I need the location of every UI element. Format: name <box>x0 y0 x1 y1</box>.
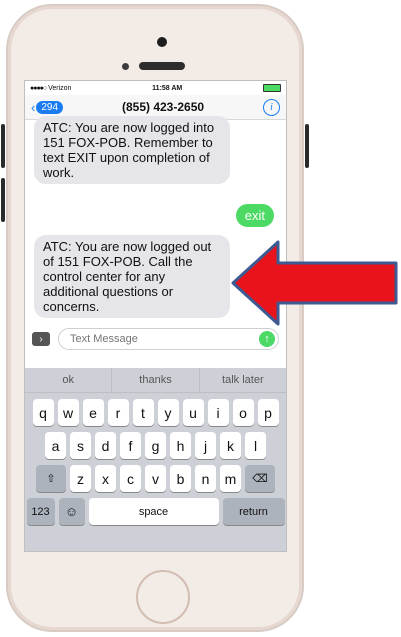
emoji-icon[interactable]: ☺ <box>58 498 85 525</box>
key-row-2: a s d f g h j k l <box>25 432 286 459</box>
message-input[interactable] <box>68 332 212 346</box>
received-message-bubble: ATC: You are now logged out of 151 FOX-P… <box>34 235 230 318</box>
battery-icon <box>262 84 281 92</box>
status-bar: ●●●●○ Verizon 11:58 AM <box>25 81 286 95</box>
info-button[interactable]: i <box>263 98 280 116</box>
shift-icon[interactable]: ⇧ <box>36 465 66 492</box>
unread-count-badge: 294 <box>36 100 64 114</box>
prediction-thanks[interactable]: thanks <box>112 368 200 392</box>
key-o[interactable]: o <box>232 399 254 426</box>
key-y[interactable]: y <box>157 399 179 426</box>
key-w[interactable]: w <box>57 399 79 426</box>
key-g[interactable]: g <box>145 432 166 459</box>
carrier-label: Verizon <box>48 84 72 92</box>
arrow-shape <box>231 240 398 326</box>
key-j[interactable]: j <box>195 432 216 459</box>
key-c[interactable]: c <box>120 465 141 492</box>
red-arrow-annotation <box>231 240 398 326</box>
contact-title: (855) 423-2650 <box>121 100 205 114</box>
key-i[interactable]: i <box>207 399 229 426</box>
key-u[interactable]: u <box>182 399 204 426</box>
key-f[interactable]: f <box>120 432 141 459</box>
key-row-1: q w e r t y u i o p <box>25 399 286 426</box>
key-q[interactable]: q <box>32 399 54 426</box>
key-h[interactable]: h <box>170 432 191 459</box>
earpiece-speaker <box>139 62 185 70</box>
status-time: 11:58 AM <box>152 84 183 92</box>
key-v[interactable]: v <box>145 465 166 492</box>
keyboard: ok thanks talk later q w e r t y u i o p… <box>25 368 286 551</box>
volume-down-button <box>1 178 5 222</box>
power-button <box>305 124 309 168</box>
key-p[interactable]: p <box>257 399 279 426</box>
key-d[interactable]: d <box>95 432 116 459</box>
front-camera-icon <box>157 37 167 47</box>
key-l[interactable]: l <box>245 432 266 459</box>
key-t[interactable]: t <box>132 399 154 426</box>
back-button[interactable]: ‹ 294 <box>31 99 64 115</box>
key-b[interactable]: b <box>170 465 191 492</box>
chevron-left-icon: ‹ <box>31 99 36 115</box>
space-key[interactable]: space <box>88 498 219 525</box>
prediction-talk-later[interactable]: talk later <box>200 368 286 392</box>
sent-message-bubble: exit <box>235 204 274 227</box>
key-r[interactable]: r <box>107 399 129 426</box>
key-row-4: 123 ☺ space return <box>25 498 286 525</box>
predictive-bar: ok thanks talk later <box>25 368 286 393</box>
key-k[interactable]: k <box>220 432 241 459</box>
key-z[interactable]: z <box>70 465 91 492</box>
key-n[interactable]: n <box>195 465 216 492</box>
key-a[interactable]: a <box>45 432 66 459</box>
send-arrow-icon[interactable]: ↑ <box>259 331 275 347</box>
key-m[interactable]: m <box>220 465 241 492</box>
key-row-3: ⇧ z x c v b n m ⌫ <box>25 465 286 492</box>
numbers-key[interactable]: 123 <box>26 498 55 525</box>
prediction-ok[interactable]: ok <box>25 368 113 392</box>
key-e[interactable]: e <box>82 399 104 426</box>
message-composer: › ↑ <box>25 325 286 353</box>
backspace-icon[interactable]: ⌫ <box>245 465 275 492</box>
app-drawer-icon[interactable]: › <box>32 332 50 346</box>
return-key[interactable]: return <box>222 498 285 525</box>
signal-icon: ●●●●○ <box>30 84 47 92</box>
message-field-wrapper: ↑ <box>58 328 279 350</box>
key-x[interactable]: x <box>95 465 116 492</box>
home-button[interactable] <box>136 570 190 624</box>
key-s[interactable]: s <box>70 432 91 459</box>
sensor-icon <box>122 63 129 70</box>
received-message-bubble: ATC: You are now logged into 151 FOX-POB… <box>34 116 230 184</box>
volume-up-button <box>1 124 5 168</box>
